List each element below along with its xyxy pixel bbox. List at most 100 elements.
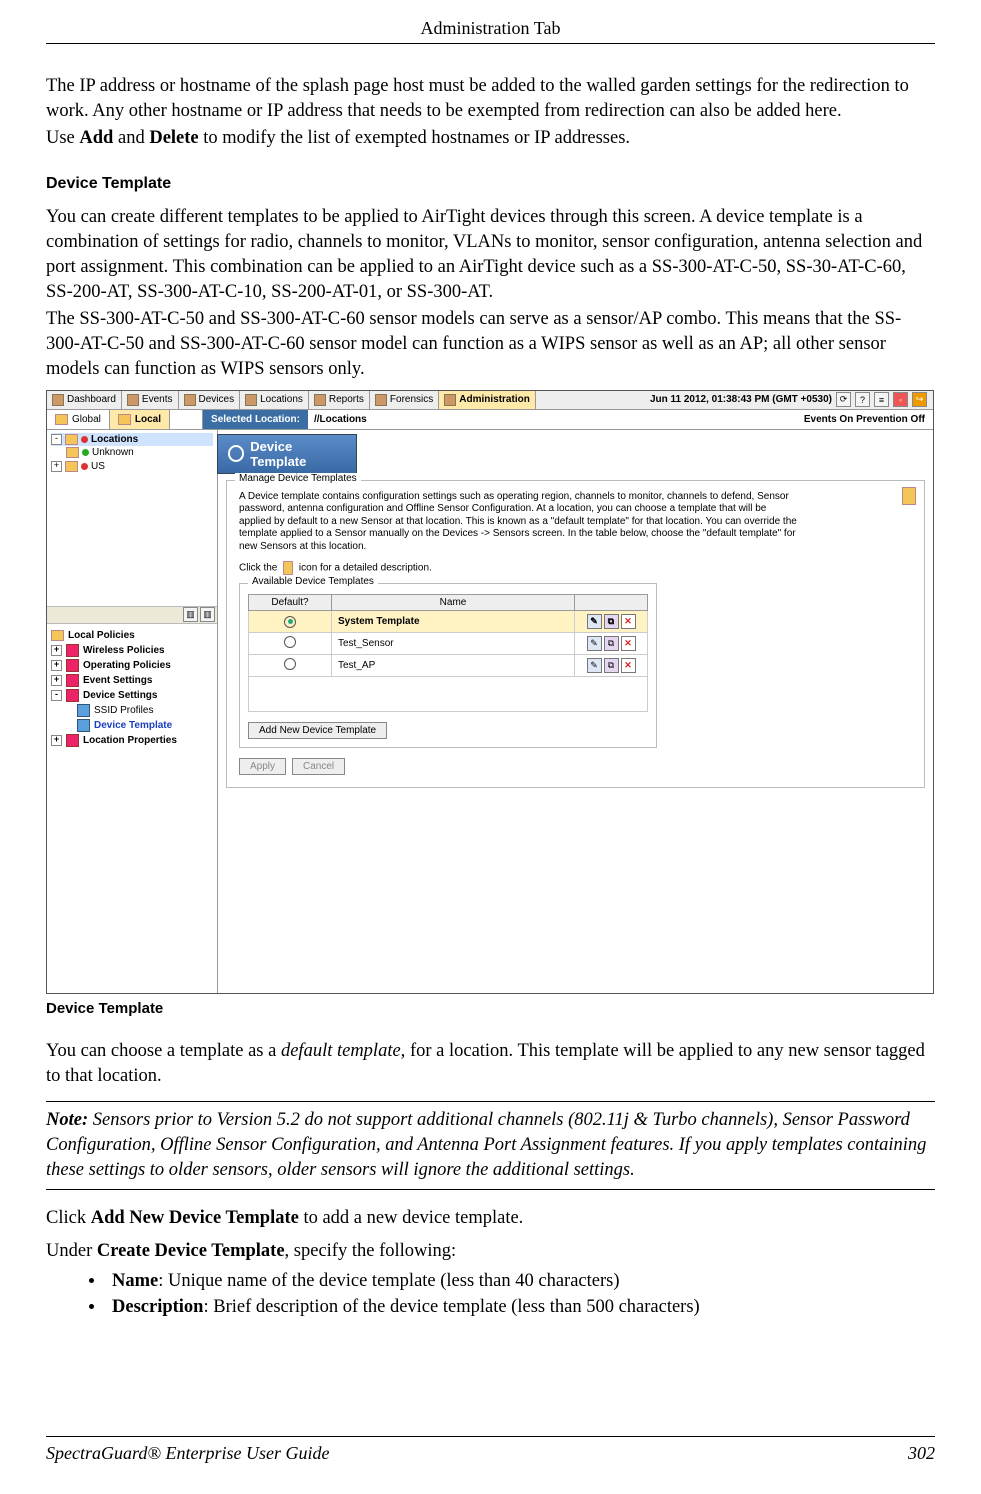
- tab-forensics[interactable]: Forensics: [370, 391, 439, 409]
- info-icon-inline: [283, 561, 293, 575]
- bold: Description: [112, 1297, 203, 1317]
- default-radio[interactable]: [284, 616, 296, 628]
- text: Click the: [239, 563, 277, 574]
- tab-locations[interactable]: Locations: [240, 391, 309, 409]
- default-radio[interactable]: [284, 658, 296, 670]
- cancel-button[interactable]: Cancel: [292, 758, 345, 775]
- section-p1: You can create different templates to be…: [46, 205, 935, 305]
- text: icon for a detailed description.: [299, 563, 432, 574]
- tab-label: Devices: [199, 394, 235, 405]
- click-line: Click Add New Device Template to add a n…: [46, 1206, 935, 1231]
- text: Click: [46, 1208, 91, 1228]
- global-tab[interactable]: Global: [47, 410, 110, 429]
- lp-wireless[interactable]: +Wireless Policies: [51, 643, 213, 658]
- bold-add: Add: [79, 128, 113, 148]
- expand-icon[interactable]: +: [51, 645, 62, 656]
- panel-titlebar: Device Template: [217, 434, 357, 474]
- footer-page-number: 302: [908, 1443, 935, 1464]
- mini-btn-1-icon[interactable]: ▥: [183, 607, 198, 622]
- dashboard-icon: [52, 394, 64, 406]
- tree-node-unknown[interactable]: Unknown: [51, 446, 213, 460]
- policy-icon: [66, 674, 79, 687]
- text: to modify the list of exempted hostnames…: [199, 128, 630, 148]
- events-prevention-status: Events On Prevention Off: [796, 414, 933, 425]
- expand-icon[interactable]: +: [51, 461, 62, 472]
- administration-icon: [444, 394, 456, 406]
- tree-label: US: [91, 460, 105, 474]
- label: SSID Profiles: [94, 703, 153, 718]
- expand-icon[interactable]: +: [51, 675, 62, 686]
- expand-icon[interactable]: +: [51, 735, 62, 746]
- settings-icon[interactable]: ≡: [874, 392, 889, 407]
- lp-device-template[interactable]: Device Template: [51, 718, 213, 733]
- note-block: Note: Sensors prior to Version 5.2 do no…: [46, 1101, 935, 1190]
- add-template-button[interactable]: Add New Device Template: [248, 722, 387, 739]
- apply-button[interactable]: Apply: [239, 758, 286, 775]
- lp-operating[interactable]: +Operating Policies: [51, 658, 213, 673]
- location-tree: - Locations Unknown +: [47, 430, 217, 477]
- text: and: [113, 128, 149, 148]
- refresh-icon[interactable]: ⟳: [836, 392, 851, 407]
- selected-location-label: Selected Location:: [203, 410, 308, 429]
- label: Global: [72, 414, 101, 425]
- delete-icon[interactable]: ✕: [621, 614, 636, 629]
- lp-location-props[interactable]: +Location Properties: [51, 733, 213, 748]
- status-dot-icon: [82, 449, 89, 456]
- copy-icon[interactable]: ⧉: [604, 614, 619, 629]
- policy-icon: [66, 734, 79, 747]
- copy-icon[interactable]: ⧉: [604, 636, 619, 651]
- globe-icon: [55, 414, 68, 425]
- forensics-icon: [375, 394, 387, 406]
- tree-label: Locations: [91, 433, 138, 447]
- edit-icon[interactable]: ✎: [587, 614, 602, 629]
- devices-icon: [184, 394, 196, 406]
- local-policies-heading: Local Policies: [51, 628, 213, 643]
- delete-icon[interactable]: ✕: [621, 658, 636, 673]
- status-area: Jun 11 2012, 01:38:43 PM (GMT +0530) ⟳ ?…: [536, 391, 933, 409]
- tab-events[interactable]: Events: [122, 391, 179, 409]
- text: You can choose a template as a: [46, 1041, 281, 1061]
- table-row: System Template ✎⧉✕: [249, 611, 648, 633]
- lp-ssid-profiles[interactable]: SSID Profiles: [51, 703, 213, 718]
- section-p2: The SS-300-AT-C-50 and SS-300-AT-C-60 se…: [46, 307, 935, 382]
- template-name: System Template: [332, 611, 575, 633]
- info-icon[interactable]: [902, 487, 916, 505]
- template-name: Test_AP: [332, 655, 575, 677]
- locations-icon: [245, 394, 257, 406]
- local-tab[interactable]: Local: [110, 410, 170, 429]
- tab-administration[interactable]: Administration: [439, 391, 536, 409]
- lp-device[interactable]: -Device Settings: [51, 688, 213, 703]
- header-rule: [46, 43, 935, 44]
- expand-icon[interactable]: +: [51, 660, 62, 671]
- lp-event[interactable]: +Event Settings: [51, 673, 213, 688]
- note-label: Note:: [46, 1110, 88, 1130]
- copy-icon[interactable]: ⧉: [604, 658, 619, 673]
- expand-icon[interactable]: -: [51, 690, 62, 701]
- bold: Create Device Template: [97, 1241, 285, 1261]
- table-row-empty: [249, 677, 648, 712]
- mini-btn-2-icon[interactable]: ▥: [200, 607, 215, 622]
- default-radio[interactable]: [284, 636, 296, 648]
- delete-icon[interactable]: ✕: [621, 636, 636, 651]
- tab-devices[interactable]: Devices: [179, 391, 241, 409]
- panel-desc2: Click the icon for a detailed descriptio…: [239, 561, 799, 575]
- subpanel-legend: Available Device Templates: [248, 576, 378, 587]
- help-icon[interactable]: ?: [855, 392, 870, 407]
- text: , specify the following:: [285, 1241, 457, 1261]
- screenshot-figure: Dashboard Events Devices Locations Repor…: [46, 390, 934, 994]
- bold-delete: Delete: [149, 128, 198, 148]
- expand-icon[interactable]: -: [51, 434, 62, 445]
- tree-node-us[interactable]: + US: [51, 460, 213, 474]
- logout-icon[interactable]: ↪: [912, 392, 927, 407]
- stop-icon[interactable]: ◦: [893, 392, 908, 407]
- under-line: Under Create Device Template, specify th…: [46, 1239, 935, 1264]
- panel-title: Device Template: [250, 439, 346, 469]
- sidebar-mini-toolbar: ▥ ▥: [47, 606, 217, 624]
- edit-icon[interactable]: ✎: [587, 658, 602, 673]
- tab-dashboard[interactable]: Dashboard: [47, 391, 122, 409]
- tab-reports[interactable]: Reports: [309, 391, 370, 409]
- gear-icon: [228, 445, 244, 462]
- edit-icon[interactable]: ✎: [587, 636, 602, 651]
- tree-root-locations[interactable]: - Locations: [51, 433, 213, 447]
- text: : Brief description of the device templa…: [203, 1297, 699, 1317]
